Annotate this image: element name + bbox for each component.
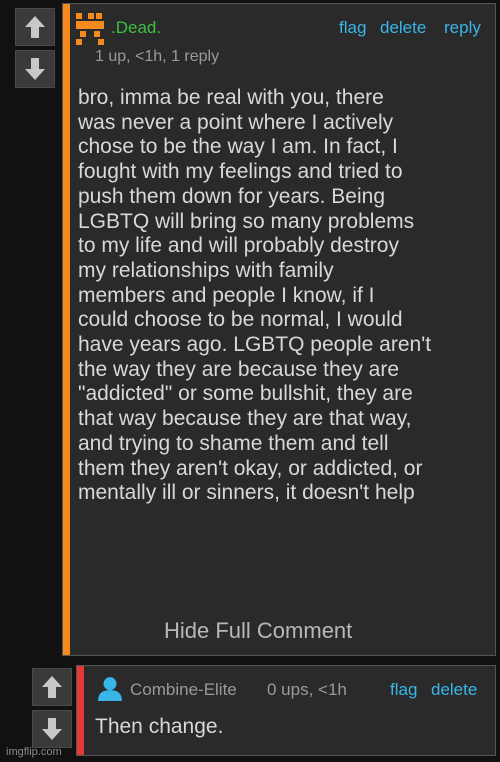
vote-column-comment-2 bbox=[32, 668, 72, 748]
username-link[interactable]: Combine-Elite bbox=[130, 680, 237, 700]
comment-stripe bbox=[63, 4, 70, 655]
reply-link[interactable]: reply bbox=[444, 18, 481, 38]
comment-body: Then change. bbox=[95, 715, 224, 738]
watermark: imgflip.com bbox=[6, 746, 62, 758]
flag-link[interactable]: flag bbox=[390, 680, 417, 700]
comment-body: bro, imma be real with you, there was ne… bbox=[78, 86, 432, 505]
comment-2: Combine-Elite 0 ups, <1h flag delete The… bbox=[76, 665, 496, 756]
comment-meta: 1 up, <1h, 1 reply bbox=[95, 48, 220, 65]
upvote-button[interactable] bbox=[15, 8, 55, 46]
comment-meta: 0 ups, <1h bbox=[267, 680, 347, 699]
upvote-button[interactable] bbox=[32, 668, 72, 706]
delete-link[interactable]: delete bbox=[431, 680, 477, 700]
comment-stripe bbox=[77, 666, 84, 755]
down-arrow-icon bbox=[42, 718, 62, 740]
comment-1: .Dead. flag delete reply 1 up, <1h, 1 re… bbox=[62, 3, 496, 656]
flag-link[interactable]: flag bbox=[339, 18, 366, 38]
username-link[interactable]: .Dead. bbox=[111, 18, 161, 38]
delete-link[interactable]: delete bbox=[380, 18, 426, 38]
vote-column-comment-1 bbox=[15, 8, 55, 88]
up-arrow-icon bbox=[42, 676, 62, 698]
hide-full-comment-button[interactable]: Hide Full Comment bbox=[164, 618, 352, 644]
down-arrow-icon bbox=[25, 58, 45, 80]
user-silhouette-icon[interactable] bbox=[97, 675, 123, 701]
downvote-button[interactable] bbox=[15, 50, 55, 88]
up-arrow-icon bbox=[25, 16, 45, 38]
downvote-button[interactable] bbox=[32, 710, 72, 748]
pixel-avatar-icon[interactable] bbox=[76, 13, 110, 47]
